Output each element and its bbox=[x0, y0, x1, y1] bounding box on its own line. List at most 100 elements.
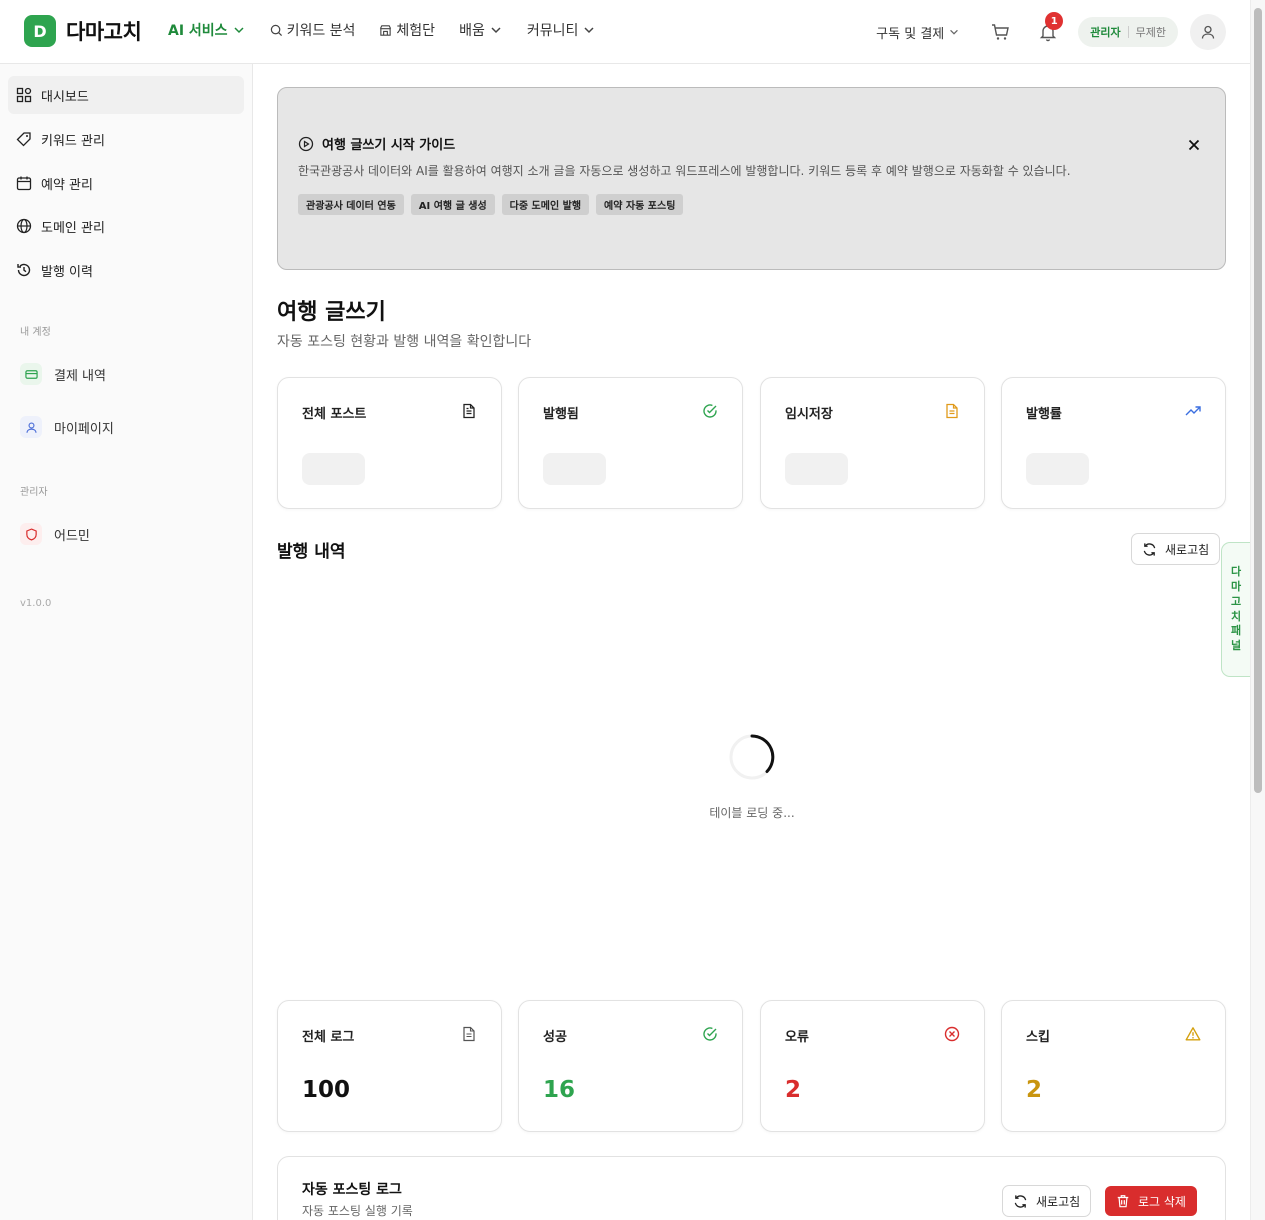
guide-close-button[interactable] bbox=[1187, 138, 1201, 152]
search-icon bbox=[270, 24, 282, 36]
sidebar-section-account: 내 계정 bbox=[20, 327, 51, 338]
chevron-down-icon bbox=[491, 27, 501, 34]
page-title: 여행 글쓰기 bbox=[277, 300, 386, 325]
nav-ai-services-label: AI 서비스 bbox=[168, 23, 228, 39]
side-panel-char: 치 bbox=[1230, 609, 1242, 623]
notification-button[interactable]: 1 bbox=[1030, 12, 1066, 50]
guide-tag: 관광공사 데이터 연동 bbox=[298, 194, 404, 215]
refresh-button[interactable]: 새로고침 bbox=[1131, 533, 1221, 565]
user-icon bbox=[20, 416, 42, 438]
cart-button[interactable] bbox=[982, 14, 1018, 50]
stat-card-value: 2 bbox=[785, 1077, 802, 1103]
guide-title: 여행 글쓰기 시작 가이드 bbox=[298, 134, 455, 153]
header-right: 구독 및 결제 1 관리자 무제한 bbox=[876, 12, 1226, 50]
sidebar-item-label: 예약 관리 bbox=[41, 177, 93, 193]
delete-logs-button[interactable]: 로그 삭제 bbox=[1105, 1186, 1197, 1216]
card-icon bbox=[20, 363, 42, 385]
nav-community[interactable]: 커뮤니티 bbox=[527, 20, 597, 40]
nav-experience-label: 체험단 bbox=[396, 23, 436, 39]
loading-skeleton bbox=[543, 453, 606, 485]
role-badge: 관리자 무제한 bbox=[1078, 17, 1178, 47]
side-panel-char: 다 bbox=[1230, 564, 1242, 578]
stat-card-label: 임시저장 bbox=[785, 407, 833, 422]
role-label: 관리자 bbox=[1090, 26, 1121, 39]
page-scrollbar[interactable] bbox=[1250, 0, 1265, 1220]
table-loading-text: 테이블 로딩 중... bbox=[709, 806, 795, 820]
calendar-icon bbox=[16, 176, 32, 191]
nav-ai-services[interactable]: AI 서비스 bbox=[168, 20, 246, 40]
side-panel-char: 마 bbox=[1230, 579, 1242, 593]
scrollbar-thumb[interactable] bbox=[1254, 8, 1262, 793]
nav-learning[interactable]: 배움 bbox=[459, 20, 503, 40]
stat-card-total-posts: 전체 포스트 bbox=[277, 377, 502, 509]
refresh-icon bbox=[1143, 542, 1156, 556]
guide-banner: 여행 글쓰기 시작 가이드 한국관광공사 데이터와 AI를 활용하여 여행지 소… bbox=[277, 87, 1226, 270]
log-card-success: 성공 16 bbox=[518, 1000, 743, 1132]
sidebar-item-keywords[interactable]: 키워드 관리 bbox=[8, 120, 244, 158]
stat-card-publish-rate: 발행률 bbox=[1001, 377, 1226, 509]
trash-icon bbox=[1117, 1195, 1129, 1208]
store-icon bbox=[380, 24, 392, 36]
app-version: v1.0.0 bbox=[20, 598, 52, 609]
sidebar-item-domains[interactable]: 도메인 관리 bbox=[8, 207, 244, 245]
sidebar-item-billing[interactable]: 결제 내역 bbox=[20, 363, 106, 385]
nav-learning-label: 배움 bbox=[459, 23, 485, 39]
dashboard-icon bbox=[16, 87, 32, 103]
sidebar-item-history[interactable]: 발행 이력 bbox=[8, 251, 244, 289]
stat-card-label: 발행됨 bbox=[543, 407, 579, 422]
close-icon bbox=[1188, 139, 1200, 151]
logo-badge: D bbox=[24, 15, 56, 47]
stat-card-label: 오류 bbox=[785, 1030, 809, 1045]
loading-skeleton bbox=[1026, 453, 1089, 485]
nav-keyword-analysis-label: 키워드 분석 bbox=[286, 23, 356, 39]
logo[interactable]: D 다마고치 bbox=[24, 15, 142, 47]
sidebar-item-label: 도메인 관리 bbox=[41, 220, 105, 236]
sidebar-item-mypage[interactable]: 마이페이지 bbox=[20, 416, 114, 438]
guide-description: 한국관광공사 데이터와 AI를 활용하여 여행지 소개 글을 자동으로 생성하고… bbox=[298, 164, 1071, 178]
play-circle-icon bbox=[298, 136, 314, 151]
sidebar-item-admin[interactable]: 어드민 bbox=[20, 523, 90, 545]
stat-card-label: 전체 로그 bbox=[302, 1030, 355, 1045]
refresh-button-label: 새로고침 bbox=[1165, 542, 1210, 557]
check-circle-icon bbox=[702, 1026, 718, 1042]
loading-spinner-icon bbox=[729, 734, 775, 780]
role-divider bbox=[1127, 26, 1129, 38]
x-circle-icon bbox=[944, 1026, 960, 1042]
stat-card-label: 성공 bbox=[543, 1030, 567, 1045]
sidebar: 대시보드 키워드 관리 예약 관리 도메인 관리 발행 이력 내 계정 결제 내… bbox=[0, 64, 253, 1220]
nav-experience[interactable]: 체험단 bbox=[379, 20, 435, 40]
trending-up-icon bbox=[1185, 403, 1201, 419]
chevron-down-icon bbox=[234, 27, 244, 34]
subscription-menu[interactable]: 구독 및 결제 bbox=[876, 23, 960, 42]
sidebar-item-label: 마이페이지 bbox=[54, 421, 114, 437]
globe-icon bbox=[16, 218, 32, 234]
cart-icon bbox=[992, 24, 1010, 40]
tag-icon bbox=[16, 132, 31, 147]
guide-title-text: 여행 글쓰기 시작 가이드 bbox=[322, 138, 456, 153]
document-icon bbox=[461, 403, 477, 419]
loading-skeleton bbox=[302, 453, 365, 485]
guide-tag: 예약 자동 포스팅 bbox=[596, 194, 684, 215]
publish-history-title: 발행 내역 bbox=[277, 542, 346, 562]
chevron-down-icon bbox=[950, 29, 959, 35]
side-panel-char: 패 bbox=[1230, 624, 1242, 638]
user-icon bbox=[1201, 25, 1215, 39]
log-refresh-button[interactable]: 새로고침 bbox=[1002, 1185, 1092, 1217]
refresh-icon bbox=[1014, 1194, 1027, 1208]
nav-keyword-analysis[interactable]: 키워드 분석 bbox=[270, 20, 356, 40]
log-card-total: 전체 로그 100 bbox=[277, 1000, 502, 1132]
subscription-label: 구독 및 결제 bbox=[876, 26, 945, 42]
sidebar-section-admin: 관리자 bbox=[20, 487, 48, 498]
sidebar-item-dashboard[interactable]: 대시보드 bbox=[8, 76, 244, 114]
side-panel-toggle[interactable]: 다 마 고 치 패 널 bbox=[1221, 542, 1250, 677]
sidebar-item-label: 결제 내역 bbox=[54, 368, 106, 384]
avatar-button[interactable] bbox=[1190, 14, 1226, 50]
loading-skeleton bbox=[785, 453, 848, 485]
page-subtitle: 자동 포스팅 현황과 발행 내역을 확인합니다 bbox=[277, 334, 532, 350]
guide-tags: 관광공사 데이터 연동 AI 여행 글 생성 다중 도메인 발행 예약 자동 포… bbox=[298, 194, 684, 215]
stat-card-label: 발행률 bbox=[1026, 407, 1062, 422]
history-icon bbox=[17, 263, 31, 277]
log-panel-title: 자동 포스팅 로그 bbox=[302, 1182, 402, 1198]
guide-tag: AI 여행 글 생성 bbox=[410, 194, 495, 215]
sidebar-item-reservations[interactable]: 예약 관리 bbox=[8, 164, 244, 202]
